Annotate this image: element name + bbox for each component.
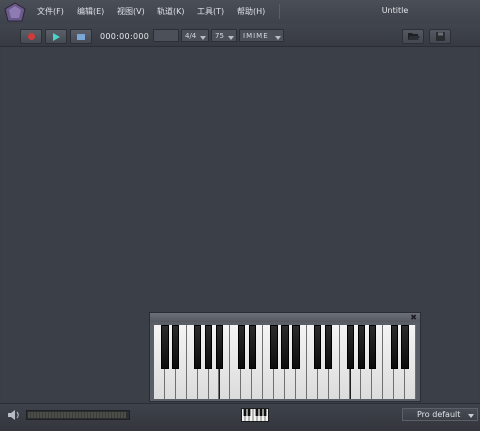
piano-black-key[interactable]: [248, 325, 256, 369]
piano-black-key[interactable]: [172, 325, 180, 369]
menu-bar: 文件(F) 编辑(E) 视图(V) 轨道(K) 工具(T) 帮助(H) Unti…: [0, 0, 480, 24]
piano-black-key[interactable]: [401, 325, 409, 369]
menu-tools[interactable]: 工具(T): [197, 6, 224, 17]
tempo-value: 75: [215, 32, 224, 40]
piano-black-key[interactable]: [237, 325, 245, 369]
record-button[interactable]: [20, 29, 42, 44]
piano-black-key[interactable]: [325, 325, 333, 369]
piano-black-key[interactable]: [215, 325, 224, 369]
tempo-select[interactable]: 75: [211, 29, 237, 42]
piano-black-key[interactable]: [270, 325, 278, 369]
menu-help[interactable]: 帮助(H): [237, 6, 265, 17]
piano-black-key[interactable]: [346, 325, 355, 369]
piano-black-key[interactable]: [281, 325, 289, 369]
menu-view[interactable]: 视图(V): [117, 6, 145, 17]
piano-keyboard-icon[interactable]: [241, 408, 269, 422]
piano-window: ✖: [149, 312, 421, 402]
piano-black-key[interactable]: [390, 325, 398, 369]
chevron-down-icon: [200, 36, 206, 40]
open-button[interactable]: [402, 29, 424, 44]
piano-black-key[interactable]: [194, 325, 202, 369]
piano-window-titlebar[interactable]: ✖: [150, 313, 420, 322]
save-icon: [436, 32, 445, 41]
piano-black-key[interactable]: [357, 325, 366, 369]
menu-divider: [279, 4, 280, 19]
timecode-display: 000:00:000: [100, 32, 150, 41]
play-icon: [52, 32, 60, 41]
chevron-down-icon: [468, 414, 474, 418]
app-logo-icon: [4, 2, 26, 22]
piano-black-key[interactable]: [314, 325, 322, 369]
save-button[interactable]: [429, 29, 451, 44]
input-mode-value: IMIME: [243, 32, 269, 40]
time-signature-value: 4/4: [185, 32, 197, 40]
time-signature-select[interactable]: 4/4: [181, 29, 209, 42]
piano-black-key[interactable]: [204, 325, 213, 369]
status-bar: Pro default: [0, 403, 480, 431]
record-icon: [27, 33, 35, 40]
volume-meter-fill: [28, 412, 126, 418]
stop-icon: [77, 33, 85, 40]
stop-button[interactable]: [70, 29, 92, 44]
menu-track[interactable]: 轨道(K): [157, 6, 185, 17]
window-title: Untitle: [381, 6, 409, 15]
piano-black-key[interactable]: [161, 325, 169, 369]
close-icon[interactable]: ✖: [410, 313, 417, 322]
chevron-down-icon: [228, 36, 234, 40]
position-box[interactable]: [153, 29, 179, 42]
folder-open-icon: [408, 33, 420, 40]
toolbar: 000:00:000 4/4 75 IMIME: [0, 24, 480, 47]
piano-black-key[interactable]: [292, 325, 300, 369]
speaker-icon[interactable]: [7, 409, 21, 421]
input-mode-select[interactable]: IMIME: [239, 29, 284, 42]
preset-value: Pro default: [417, 410, 461, 419]
chevron-down-icon: [275, 36, 281, 40]
play-button[interactable]: [45, 29, 67, 44]
piano-black-key[interactable]: [368, 325, 376, 369]
menu-file[interactable]: 文件(F): [37, 6, 64, 17]
piano-keyboard[interactable]: [154, 325, 416, 399]
menu-edit[interactable]: 编辑(E): [77, 6, 104, 17]
preset-select[interactable]: Pro default: [402, 408, 478, 421]
volume-meter[interactable]: [26, 410, 130, 420]
